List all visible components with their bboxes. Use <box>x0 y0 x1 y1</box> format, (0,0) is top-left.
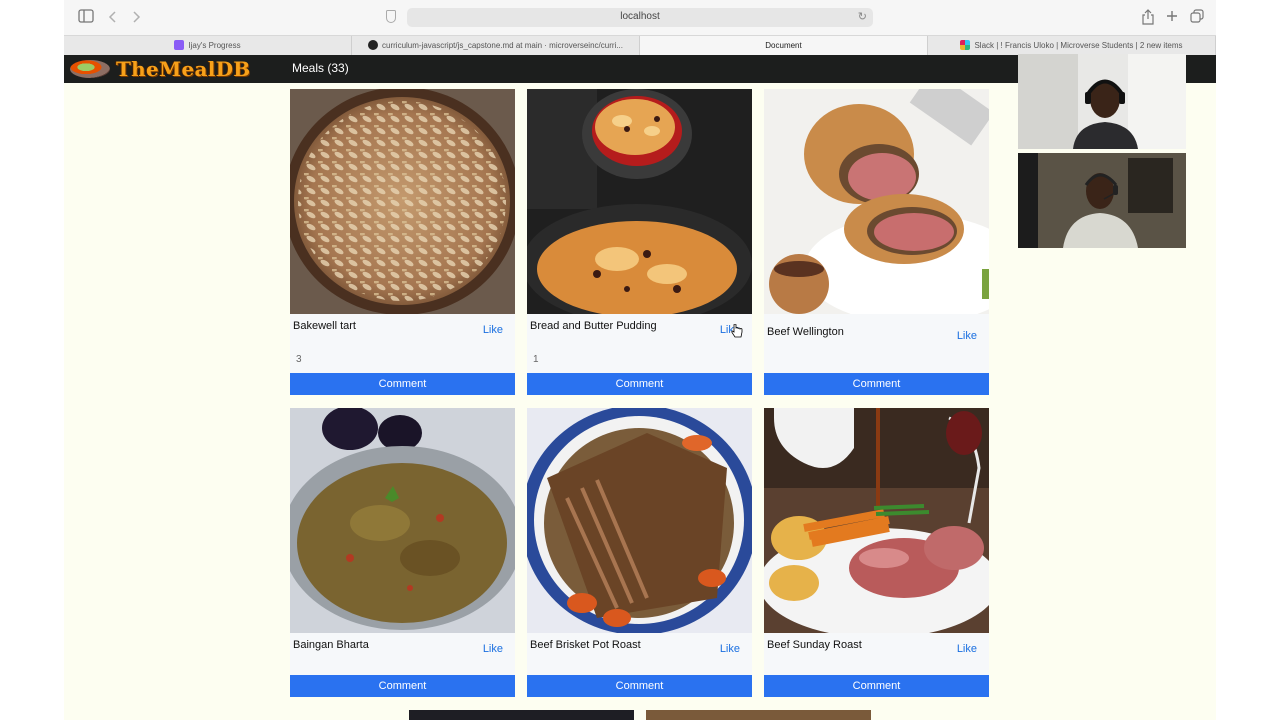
meal-name: Beef Brisket Pot Roast <box>530 639 641 651</box>
video-participant-tile <box>1018 153 1186 248</box>
meal-info: Beef Sunday Roast Like <box>764 633 989 675</box>
tab-label: Slack | ! Francis Uloko | Microverse Stu… <box>974 41 1183 50</box>
nav-meals-link[interactable]: Meals (33) <box>292 61 349 75</box>
meal-info: Beef Wellington Like <box>764 314 989 373</box>
meal-name: Baingan Bharta <box>293 639 369 651</box>
github-icon <box>368 40 379 50</box>
tab-label: Ijay's Progress <box>188 41 241 50</box>
tab-strip: Ijay's Progress curriculum-javascript/js… <box>64 35 1216 55</box>
address-bar[interactable]: localhost ↻ <box>407 8 873 27</box>
tab-document[interactable]: Document <box>640 36 928 55</box>
forward-icon[interactable] <box>127 9 145 27</box>
video-participant-tile <box>1018 54 1186 149</box>
meal-image-bread-and-butter-pudding <box>527 89 752 314</box>
desktop: localhost ↻ Ijay's Progress curriculum-j… <box>0 0 1280 720</box>
meal-image-beef-sunday-roast <box>764 408 989 633</box>
browser-toolbar: localhost ↻ <box>64 0 1216 35</box>
comment-button[interactable]: Comment <box>527 675 752 697</box>
meal-name: Bread and Butter Pudding <box>530 320 657 332</box>
meal-image-baingan-bharta <box>290 408 515 633</box>
like-count: 3 <box>296 354 302 365</box>
tab-favicon-icon <box>174 40 185 50</box>
meal-image-bakewell-tart <box>290 89 515 314</box>
site-logo[interactable]: TheMealDB <box>70 57 251 81</box>
meal-name: Bakewell tart <box>293 320 356 332</box>
share-icon[interactable] <box>1139 9 1157 27</box>
meal-info: Bread and Butter Pudding Like 1 <box>527 314 752 373</box>
like-button[interactable]: Like <box>957 643 977 655</box>
comment-button[interactable]: Comment <box>290 373 515 395</box>
logo-dish-icon <box>70 60 110 78</box>
logo-text: TheMealDB <box>116 57 251 81</box>
like-button[interactable]: Like <box>720 643 740 655</box>
comment-button[interactable]: Comment <box>527 373 752 395</box>
back-icon[interactable] <box>104 9 122 27</box>
tab-ijays-progress[interactable]: Ijay's Progress <box>64 36 352 55</box>
tab-slack[interactable]: Slack | ! Francis Uloko | Microverse Stu… <box>928 36 1216 55</box>
like-button[interactable]: Like <box>483 643 503 655</box>
like-button[interactable]: Like <box>957 330 977 342</box>
new-tab-icon[interactable] <box>1163 9 1181 27</box>
meal-image-beef-brisket-pot-roast <box>527 408 752 633</box>
meal-image-partial <box>646 710 871 720</box>
meal-name: Beef Sunday Roast <box>767 639 862 651</box>
privacy-shield-icon[interactable] <box>386 10 396 23</box>
sidebar-toggle-icon[interactable] <box>77 9 95 27</box>
tab-github-curriculum[interactable]: curriculum-javascript/js_capstone.md at … <box>352 36 640 55</box>
url-text: localhost <box>620 11 660 22</box>
tab-label: curriculum-javascript/js_capstone.md at … <box>382 41 623 50</box>
meal-name: Beef Wellington <box>767 326 844 338</box>
comment-button[interactable]: Comment <box>764 675 989 697</box>
tab-overview-icon[interactable] <box>1188 9 1206 27</box>
meal-info: Bakewell tart Like 3 <box>290 314 515 373</box>
hand-cursor-icon <box>731 323 743 343</box>
like-button[interactable]: Like <box>483 324 503 336</box>
meal-image-beef-wellington <box>764 89 989 314</box>
like-count: 1 <box>533 354 539 365</box>
slack-icon <box>960 40 971 50</box>
reload-icon[interactable]: ↻ <box>858 10 867 23</box>
meal-info: Beef Brisket Pot Roast Like <box>527 633 752 675</box>
meal-image-partial <box>409 710 634 720</box>
comment-button[interactable]: Comment <box>764 373 989 395</box>
meal-info: Baingan Bharta Like <box>290 633 515 675</box>
tab-label: Document <box>765 41 802 50</box>
comment-button[interactable]: Comment <box>290 675 515 697</box>
